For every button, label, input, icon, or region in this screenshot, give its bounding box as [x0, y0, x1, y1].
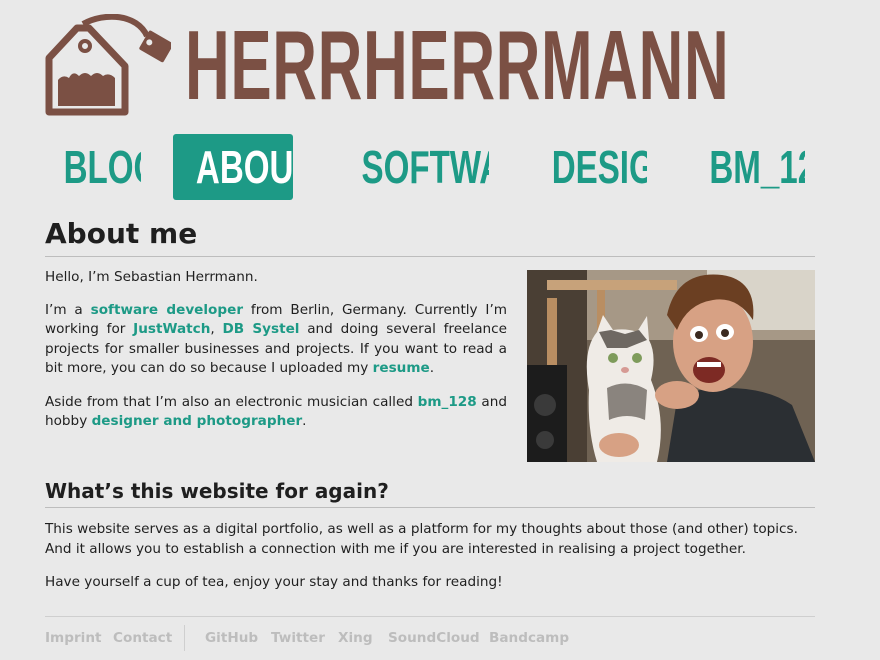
twitter-link[interactable]: Twitter — [271, 627, 325, 649]
about-heading: About me — [45, 216, 815, 257]
profile-photo — [527, 270, 815, 462]
intro-paragraph: I’m a software developer from Berlin, Ge… — [45, 301, 508, 377]
imprint-link[interactable]: Imprint — [45, 627, 102, 649]
software-developer-link[interactable]: software developer — [91, 302, 243, 318]
main-navigation: BLOG ABOUT SOFTWARE DESIGN BM_128 — [45, 134, 815, 200]
nav-item-software[interactable]: SOFTWARE — [325, 134, 489, 200]
bm128-link[interactable]: bm_128 — [418, 394, 477, 410]
nav-item-blog[interactable]: BLOG — [45, 134, 141, 200]
db-systel-link[interactable]: DB Systel — [223, 321, 300, 337]
footer-divider — [45, 616, 815, 617]
resume-link[interactable]: resume — [373, 360, 430, 376]
contact-link[interactable]: Contact — [113, 627, 172, 649]
justwatch-link[interactable]: JustWatch — [133, 321, 210, 337]
closing-paragraph: Have yourself a cup of tea, enjoy your s… — [45, 574, 503, 590]
website-paragraph: This website serves as a digital portfol… — [45, 521, 798, 557]
website-text: This website serves as a digital portfol… — [45, 520, 815, 607]
xing-link[interactable]: Xing — [338, 627, 373, 649]
about-text: Hello, I’m Sebastian Herrmann. I’m a sof… — [45, 268, 507, 446]
nav-item-bm128[interactable]: BM_128 — [685, 134, 805, 200]
github-link[interactable]: GitHub — [205, 627, 258, 649]
nav-item-about[interactable]: ABOUT — [173, 134, 293, 200]
greeting-text: Hello, I’m Sebastian Herrmann. — [45, 269, 258, 285]
nav-item-design[interactable]: DESIGN — [527, 134, 647, 200]
website-heading: What’s this website for again? — [45, 477, 815, 508]
music-paragraph: Aside from that I’m also an electronic m… — [45, 393, 507, 430]
photo-person-with-cat — [527, 270, 815, 462]
bandcamp-link[interactable]: Bandcamp — [489, 627, 569, 649]
footer-separator — [184, 625, 185, 651]
tea-bag-icon[interactable] — [45, 14, 171, 116]
soundcloud-link[interactable]: SoundCloud — [388, 627, 480, 649]
site-title[interactable]: HERRHERRMANN — [185, 10, 729, 120]
designer-photographer-link[interactable]: designer and photographer — [92, 413, 303, 429]
site-header: HERRHERRMANN — [45, 10, 815, 120]
site-footer: Imprint Contact GitHub Twitter Xing Soun… — [45, 625, 815, 651]
